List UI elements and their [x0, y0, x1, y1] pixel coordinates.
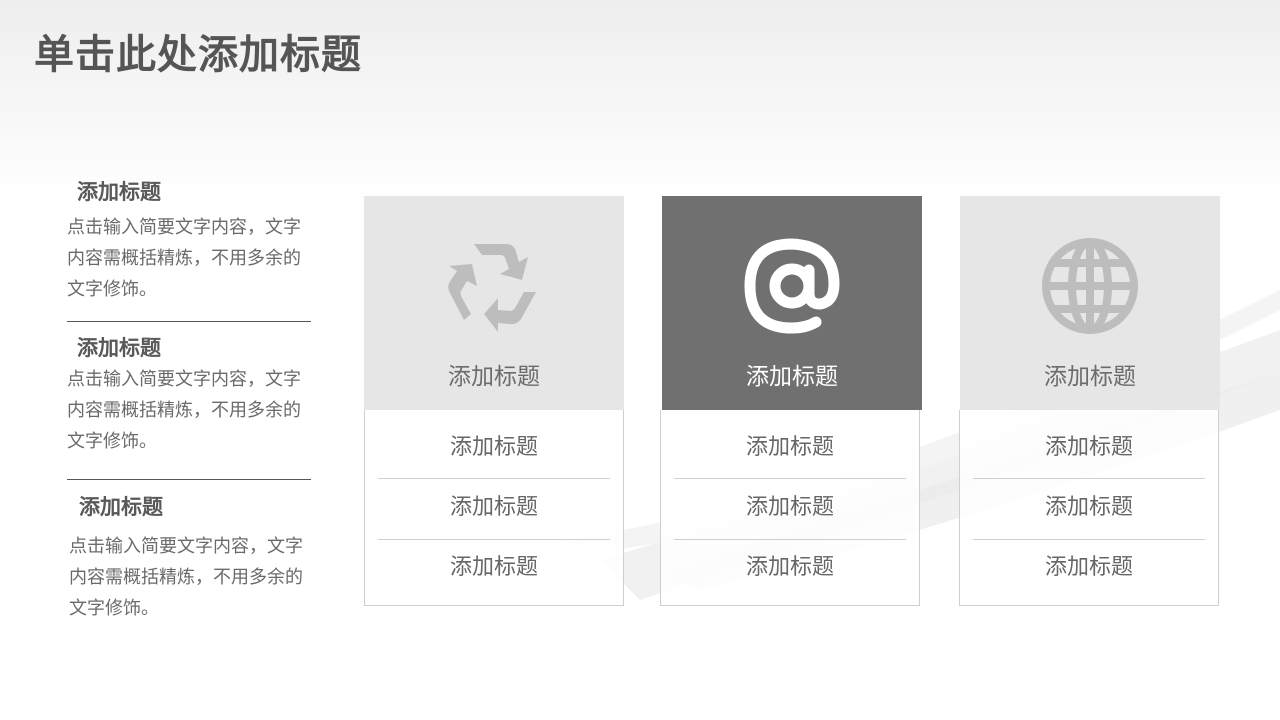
list-item[interactable]: 添加标题 — [960, 418, 1218, 478]
left-block-title: 添加标题 — [77, 336, 161, 360]
left-block-text: 点击输入简要文字内容，文字内容需概括精炼，不用多余的文字修饰。 — [67, 217, 301, 300]
left-block-2[interactable]: 添加标题 点击输入简要文字内容，文字内容需概括精炼，不用多余的文字修饰。 — [67, 334, 317, 457]
list-item[interactable]: 添加标题 — [365, 478, 623, 538]
list-item[interactable]: 添加标题 — [365, 538, 623, 598]
left-divider — [67, 479, 311, 480]
recycle-icon — [448, 244, 536, 332]
card-list: 添加标题 添加标题 添加标题 — [364, 410, 624, 606]
left-divider — [67, 321, 311, 322]
list-item[interactable]: 添加标题 — [960, 538, 1218, 598]
list-item[interactable]: 添加标题 — [661, 538, 919, 598]
left-block-text: 点击输入简要文字内容，文字内容需概括精炼，不用多余的文字修饰。 — [67, 369, 301, 452]
card-title: 添加标题 — [448, 364, 540, 390]
card-recycle[interactable]: 添加标题 添加标题 添加标题 添加标题 — [364, 196, 624, 607]
left-block-title: 添加标题 — [77, 180, 161, 204]
card-list: 添加标题 添加标题 添加标题 — [959, 410, 1219, 606]
card-header: 添加标题 — [662, 196, 922, 410]
list-item[interactable]: 添加标题 — [365, 418, 623, 478]
card-header: 添加标题 — [364, 196, 624, 410]
globe-icon — [1042, 238, 1138, 334]
card-title: 添加标题 — [1044, 364, 1136, 390]
at-sign-icon — [744, 238, 840, 334]
list-item[interactable]: 添加标题 — [960, 478, 1218, 538]
card-list: 添加标题 添加标题 添加标题 — [660, 410, 920, 606]
card-at-sign[interactable]: 添加标题 添加标题 添加标题 添加标题 — [660, 196, 922, 607]
card-header: 添加标题 — [960, 196, 1220, 410]
left-block-text: 点击输入简要文字内容，文字内容需概括精炼，不用多余的文字修饰。 — [69, 536, 303, 619]
list-item[interactable]: 添加标题 — [661, 418, 919, 478]
left-block-3[interactable]: 添加标题 点击输入简要文字内容，文字内容需概括精炼，不用多余的文字修饰。 — [69, 493, 319, 624]
list-item[interactable]: 添加标题 — [661, 478, 919, 538]
card-title: 添加标题 — [746, 364, 838, 390]
card-globe[interactable]: 添加标题 添加标题 添加标题 添加标题 — [959, 196, 1220, 607]
slide-title[interactable]: 单击此处添加标题 — [34, 22, 362, 80]
left-block-title: 添加标题 — [79, 495, 163, 519]
left-block-1[interactable]: 添加标题 点击输入简要文字内容，文字内容需概括精炼，不用多余的文字修饰。 — [67, 178, 317, 305]
